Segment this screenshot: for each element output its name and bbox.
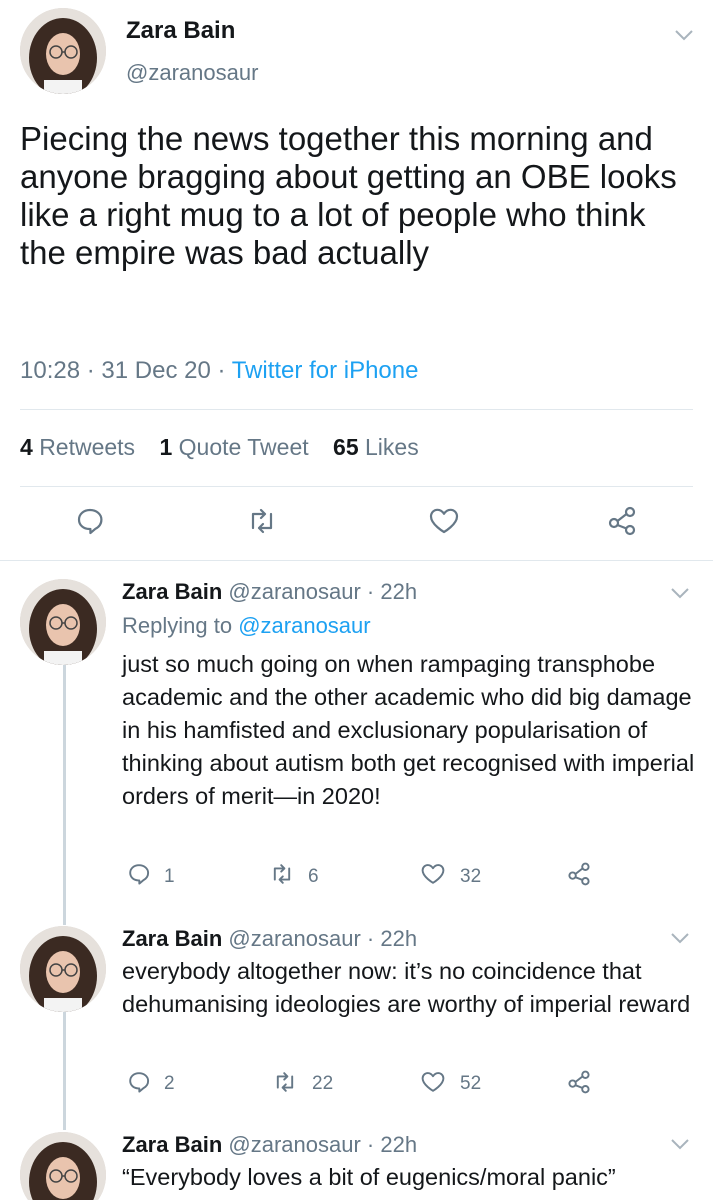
reply-age: 22h [380, 926, 418, 951]
separator: · [366, 579, 375, 604]
avatar-image [20, 926, 106, 1012]
chevron-down-icon[interactable] [673, 28, 695, 42]
reply-count: 2 [164, 1073, 175, 1094]
author-handle: @zaranosaur [228, 1132, 361, 1157]
retweets-stat[interactable]: 4 Retweets [20, 434, 135, 460]
reply-text: just so much going on when rampaging tra… [122, 651, 695, 809]
quotes-stat[interactable]: 1 Quote Tweet [159, 434, 308, 460]
divider [20, 409, 693, 410]
replying-to: Replying to @zaranosaur [122, 613, 371, 638]
tweet-stats: 4 Retweets 1 Quote Tweet 65 Likes [20, 434, 419, 461]
thread-line [63, 1012, 66, 1130]
like-icon[interactable] [420, 1070, 446, 1094]
share-icon[interactable] [566, 862, 592, 886]
reply-text: “Everybody loves a bit of eugenics/moral… [122, 1164, 616, 1190]
author-handle: @zaranosaur [228, 579, 361, 604]
share-icon[interactable] [566, 1070, 592, 1094]
author-name: Zara Bain [122, 579, 223, 604]
separator: · [366, 926, 375, 951]
separator: · [86, 357, 95, 384]
like-count: 32 [460, 866, 482, 887]
reply-header[interactable]: Zara Bain @zaranosaur · 22h [122, 1132, 417, 1158]
tweet-source-link[interactable]: Twitter for iPhone [232, 357, 419, 384]
author-handle: @zaranosaur [228, 926, 361, 951]
author-name: Zara Bain [122, 1132, 223, 1157]
tweet-text: Piecing the news together this morning a… [20, 120, 677, 271]
share-icon[interactable] [606, 506, 638, 536]
retweet-count: 6 [308, 866, 319, 887]
reply-age: 22h [380, 579, 418, 604]
reply-header[interactable]: Zara Bain @zaranosaur · 22h [122, 926, 417, 952]
reply-icon[interactable] [127, 862, 151, 886]
likes-stat[interactable]: 65 Likes [333, 434, 419, 460]
reply-icon[interactable] [75, 506, 105, 536]
tweet-time: 10:28 [20, 357, 81, 384]
reply-icon[interactable] [127, 1070, 151, 1094]
divider [0, 560, 713, 561]
avatar-image [20, 8, 106, 94]
author-name: Zara Bain [122, 926, 223, 951]
separator: · [217, 357, 226, 384]
chevron-down-icon[interactable] [669, 1137, 691, 1151]
avatar-image [20, 579, 106, 665]
replying-to-link[interactable]: @zaranosaur [238, 613, 370, 638]
author-handle[interactable]: @zaranosaur [126, 60, 258, 86]
author-name[interactable]: Zara Bain [126, 17, 235, 45]
avatar[interactable] [20, 1132, 106, 1200]
retweet-icon[interactable] [246, 506, 278, 536]
separator: · [366, 1132, 375, 1157]
like-icon[interactable] [420, 862, 446, 886]
thread-line [63, 665, 66, 925]
like-icon[interactable] [428, 506, 460, 536]
avatar[interactable] [20, 926, 106, 1012]
tweet-meta: 10:28 · 31 Dec 20 · Twitter for iPhone [20, 357, 418, 385]
tweet-date: 31 Dec 20 [101, 357, 211, 384]
retweet-icon[interactable] [272, 1070, 298, 1094]
like-count: 52 [460, 1073, 482, 1094]
reply-count: 1 [164, 866, 175, 887]
retweet-icon[interactable] [269, 862, 295, 886]
divider [20, 486, 693, 487]
chevron-down-icon[interactable] [669, 931, 691, 945]
avatar-image [20, 1132, 106, 1200]
reply-text: everybody altogether now: it’s no coinci… [122, 958, 691, 1017]
reply-header[interactable]: Zara Bain @zaranosaur · 22h [122, 579, 417, 605]
reply-age: 22h [380, 1132, 418, 1157]
retweet-count: 22 [312, 1073, 334, 1094]
avatar[interactable] [20, 579, 106, 665]
chevron-down-icon[interactable] [669, 586, 691, 600]
avatar[interactable] [20, 8, 106, 94]
